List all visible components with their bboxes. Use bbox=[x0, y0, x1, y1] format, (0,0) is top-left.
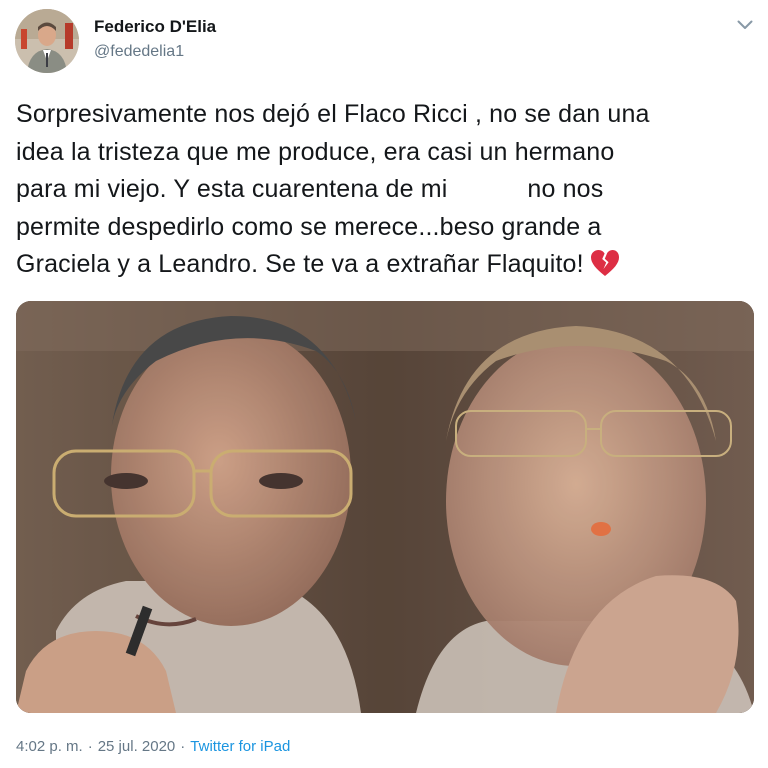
tweet-source-link[interactable]: Twitter for iPad bbox=[190, 738, 290, 755]
tweet-line: Graciela y a Leandro. Se te va a extraña… bbox=[16, 246, 756, 289]
tweet-line: Sorpresivamente nos dejó el Flaco Ricci … bbox=[16, 100, 650, 128]
tweet-metadata: 4:02 p. m. · 25 jul. 2020 · Twitter for iPad bbox=[16, 736, 290, 758]
tweet-line-part: para mi viejo. Y esta cuarentena de mi bbox=[16, 175, 448, 203]
tweet-line-part: no nos bbox=[527, 175, 604, 203]
tweet-time[interactable]: 4:02 p. m. bbox=[16, 738, 83, 755]
tweet-card: Federico D'Elia @fededelia1 Sorpresivame… bbox=[0, 0, 768, 768]
tweet-line: para mi viejo. Y esta cuarentena de mi no… bbox=[16, 171, 756, 209]
tweet-text: Sorpresivamente nos dejó el Flaco Ricci … bbox=[16, 96, 756, 289]
tweet-line: permite despedirlo como se merece...beso… bbox=[16, 212, 602, 241]
separator: · bbox=[180, 738, 186, 755]
avatar[interactable] bbox=[15, 9, 79, 73]
tweet-date[interactable]: 25 jul. 2020 bbox=[98, 738, 176, 755]
author-display-name[interactable]: Federico D'Elia bbox=[94, 16, 216, 38]
author-handle[interactable]: @fededelia1 bbox=[94, 41, 184, 63]
broken-heart-icon bbox=[590, 249, 620, 289]
chevron-down-icon[interactable] bbox=[734, 14, 756, 36]
tweet-line-part: Graciela y a Leandro. Se te va a extraña… bbox=[16, 250, 584, 278]
tweet-photo[interactable] bbox=[16, 301, 754, 713]
tweet-line: idea la tristeza que me produce, era cas… bbox=[16, 137, 615, 166]
separator: · bbox=[87, 738, 93, 755]
